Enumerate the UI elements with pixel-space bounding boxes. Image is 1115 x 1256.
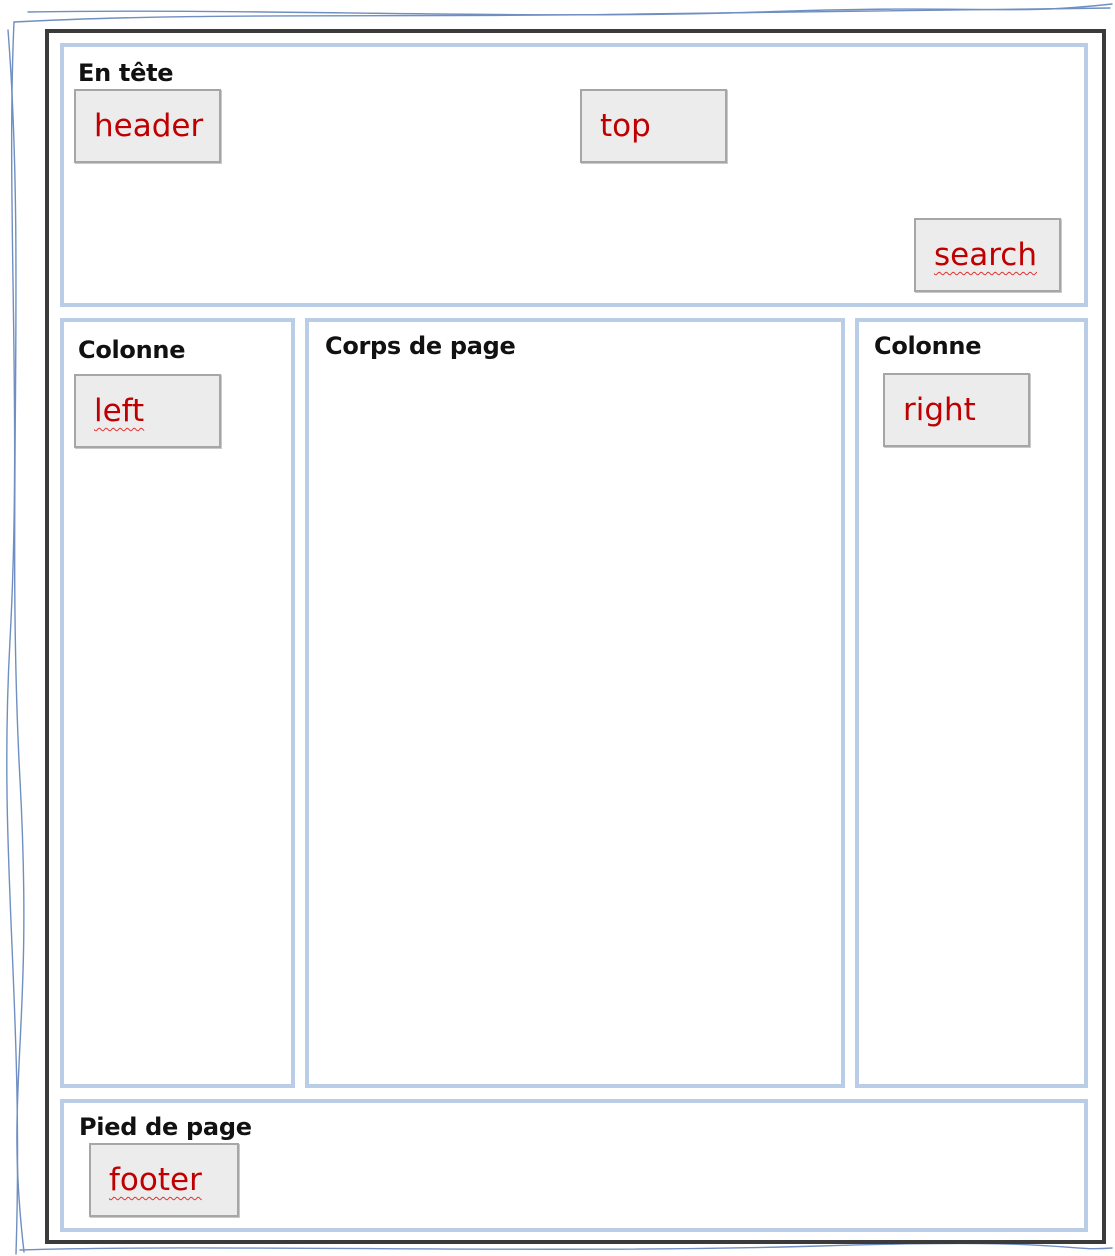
top-tag: top — [580, 89, 727, 163]
footer-tag-label: footer — [109, 1162, 202, 1198]
right-tag-label: right — [903, 392, 976, 428]
search-tag-label: search — [934, 237, 1037, 273]
header-tag-label: header — [94, 108, 204, 144]
right-column-title: Colonne — [874, 332, 982, 360]
left-column-title: Colonne — [78, 336, 186, 364]
footer-region-title: Pied de page — [79, 1113, 252, 1141]
header-tag: header — [74, 89, 221, 163]
left-tag-label: left — [94, 393, 145, 429]
main-body-title: Corps de page — [325, 332, 516, 360]
right-tag: right — [883, 373, 1030, 447]
left-tag: left — [74, 374, 221, 448]
top-tag-label: top — [600, 108, 651, 144]
header-region-title: En tête — [78, 59, 174, 87]
search-tag: search — [914, 218, 1061, 292]
footer-tag: footer — [89, 1143, 239, 1217]
main-body-region: Corps de page — [305, 318, 845, 1088]
